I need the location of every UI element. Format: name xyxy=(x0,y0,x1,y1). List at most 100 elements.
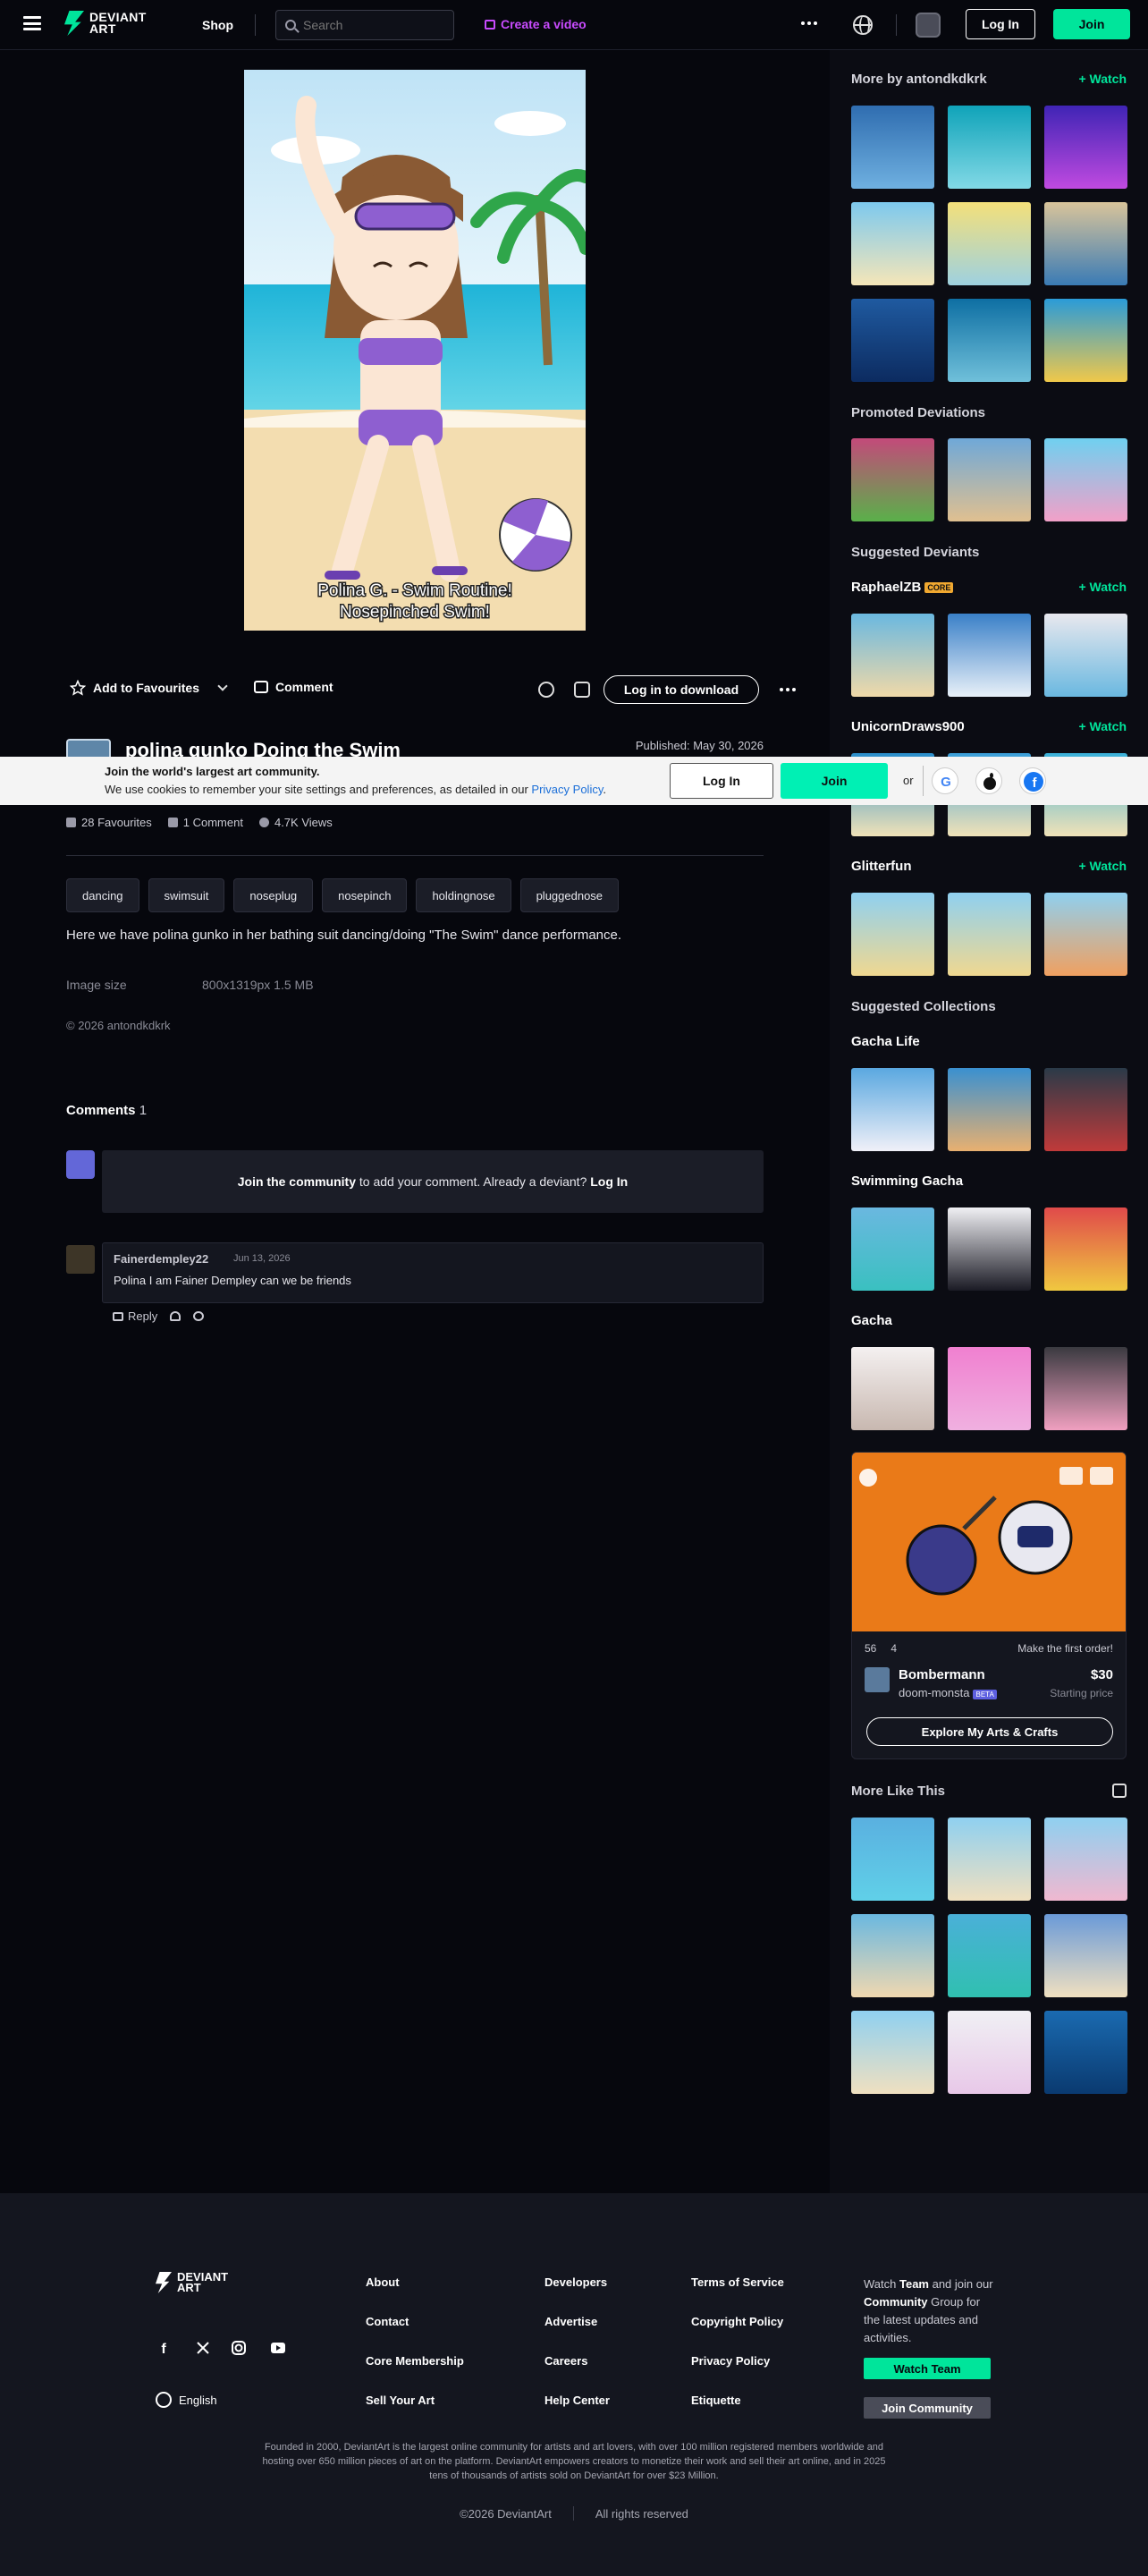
gift-badge-icon[interactable] xyxy=(574,682,590,698)
facebook-icon[interactable]: f xyxy=(156,2340,172,2357)
chevron-down-icon[interactable] xyxy=(217,681,228,691)
gift-icon[interactable] xyxy=(193,1311,205,1321)
deviation-image[interactable]: Polina G. - Swim Routine! Nosepinched Sw… xyxy=(244,70,586,631)
join-community-link[interactable]: Join the community xyxy=(238,1174,356,1189)
watch-artist-button[interactable]: + Watch xyxy=(1078,72,1127,86)
download-button[interactable]: Log in to download xyxy=(604,675,759,704)
footer-link-developers[interactable]: Developers xyxy=(544,2275,607,2289)
footer-link-terms[interactable]: Terms of Service xyxy=(691,2275,784,2289)
watch-button[interactable]: + Watch xyxy=(1078,580,1127,594)
more-by-heading[interactable]: More by antondkdkrk xyxy=(851,72,987,87)
footer-link-copyright[interactable]: Copyright Policy xyxy=(691,2315,783,2328)
footer-link-etiquette[interactable]: Etiquette xyxy=(691,2394,741,2407)
footer-link-advertise[interactable]: Advertise xyxy=(544,2315,597,2328)
thumbnail[interactable] xyxy=(948,614,1031,697)
search-input[interactable] xyxy=(303,18,437,32)
join-community-button[interactable]: Join Community xyxy=(864,2397,991,2419)
privacy-policy-link[interactable]: Privacy Policy xyxy=(531,783,603,796)
thumbnail[interactable] xyxy=(851,202,934,285)
cookie-login-button[interactable]: Log In xyxy=(670,763,773,799)
thumbnail[interactable] xyxy=(948,1818,1031,1901)
x-twitter-icon[interactable] xyxy=(195,2340,211,2356)
tag[interactable]: dancing xyxy=(66,878,139,912)
search-box[interactable] xyxy=(275,10,454,40)
thumbnail[interactable] xyxy=(1044,1208,1127,1291)
add-to-favourites-button[interactable]: Add to Favourites xyxy=(70,680,228,696)
more-actions-icon[interactable] xyxy=(780,688,796,691)
award-icon[interactable] xyxy=(538,682,554,698)
thumbnail[interactable] xyxy=(1044,1347,1127,1430)
join-button[interactable]: Join xyxy=(1053,9,1130,39)
shop-link[interactable]: Shop xyxy=(202,18,233,32)
footer-logo[interactable]: DEVIANT ART xyxy=(156,2271,228,2293)
thumbnail[interactable] xyxy=(1044,1068,1127,1151)
footer-link-core[interactable]: Core Membership xyxy=(366,2354,464,2368)
thumbnail[interactable] xyxy=(948,1208,1031,1291)
product-image[interactable] xyxy=(852,1453,1126,1631)
thumbnail[interactable] xyxy=(948,893,1031,976)
heart-icon[interactable] xyxy=(170,1311,181,1321)
instagram-icon[interactable] xyxy=(231,2340,247,2356)
thumbnail[interactable] xyxy=(851,106,934,189)
gift-icon[interactable] xyxy=(916,13,941,38)
thumbnail[interactable] xyxy=(1044,2011,1127,2094)
thumbnail[interactable] xyxy=(948,299,1031,382)
tag[interactable]: swimsuit xyxy=(148,878,225,912)
deviantart-logo[interactable]: DEVIANT ART xyxy=(64,11,147,36)
avatar[interactable] xyxy=(66,1245,95,1274)
thumbnail[interactable] xyxy=(948,202,1031,285)
thumbnail[interactable] xyxy=(1044,106,1127,189)
watch-button[interactable]: + Watch xyxy=(1078,859,1127,873)
thumbnail[interactable] xyxy=(851,1347,934,1430)
tag[interactable]: nosepinch xyxy=(322,878,408,912)
collection-name[interactable]: Gacha xyxy=(851,1313,892,1328)
thumbnail[interactable] xyxy=(1044,1818,1127,1901)
thumbnail[interactable] xyxy=(1044,614,1127,697)
thumbnail[interactable] xyxy=(948,2011,1031,2094)
avatar[interactable] xyxy=(865,1667,890,1692)
footer-link-help[interactable]: Help Center xyxy=(544,2394,610,2407)
thumbnail[interactable] xyxy=(851,2011,934,2094)
tag[interactable]: noseplug xyxy=(233,878,314,912)
comment-username[interactable]: Fainerdempley22 xyxy=(114,1252,208,1266)
create-video-link[interactable]: Create a video xyxy=(485,17,587,31)
tag[interactable]: holdingnose xyxy=(416,878,511,912)
cookie-join-button[interactable]: Join xyxy=(781,763,888,799)
comment-date[interactable]: Jun 13, 2026 xyxy=(233,1253,291,1264)
youtube-icon[interactable] xyxy=(270,2340,286,2356)
globe-icon[interactable] xyxy=(853,15,873,35)
explore-shop-button[interactable]: Explore My Arts & Crafts xyxy=(866,1717,1113,1746)
thumbnail[interactable] xyxy=(851,438,934,521)
deviant-name[interactable]: UnicornDraws900 xyxy=(851,719,965,734)
thumbnail[interactable] xyxy=(851,1068,934,1151)
deviant-name[interactable]: Glitterfun xyxy=(851,859,912,874)
collection-name[interactable]: Swimming Gacha xyxy=(851,1174,963,1189)
reply-button[interactable]: Reply xyxy=(113,1309,157,1323)
footer-link-sell[interactable]: Sell Your Art xyxy=(366,2394,435,2407)
comment-button[interactable]: Comment xyxy=(254,680,333,694)
thumbnail[interactable] xyxy=(1044,893,1127,976)
deviant-name[interactable]: RaphaelZB CORE xyxy=(851,580,954,595)
watch-team-button[interactable]: Watch Team xyxy=(864,2358,991,2379)
visual-search-icon[interactable] xyxy=(1112,1784,1127,1798)
product-name[interactable]: Bombermann xyxy=(899,1667,985,1682)
apple-icon[interactable] xyxy=(975,767,1002,794)
comment-login-link[interactable]: Log In xyxy=(590,1174,628,1189)
facebook-icon[interactable]: f xyxy=(1019,767,1046,794)
thumbnail[interactable] xyxy=(1044,202,1127,285)
google-icon[interactable]: G xyxy=(932,767,958,794)
language-selector[interactable]: English xyxy=(156,2392,217,2408)
menu-icon[interactable] xyxy=(23,16,41,30)
product-seller[interactable]: doom-monsta BETA xyxy=(899,1686,997,1699)
thumbnail[interactable] xyxy=(851,299,934,382)
footer-link-contact[interactable]: Contact xyxy=(366,2315,409,2328)
thumbnail[interactable] xyxy=(851,893,934,976)
thumbnail[interactable] xyxy=(1044,299,1127,382)
thumbnail[interactable] xyxy=(948,438,1031,521)
watch-button[interactable]: + Watch xyxy=(1078,719,1127,733)
footer-link-careers[interactable]: Careers xyxy=(544,2354,587,2368)
thumbnail[interactable] xyxy=(948,1347,1031,1430)
thumbnail[interactable] xyxy=(851,1208,934,1291)
footer-link-about[interactable]: About xyxy=(366,2275,400,2289)
thumbnail[interactable] xyxy=(1044,438,1127,521)
